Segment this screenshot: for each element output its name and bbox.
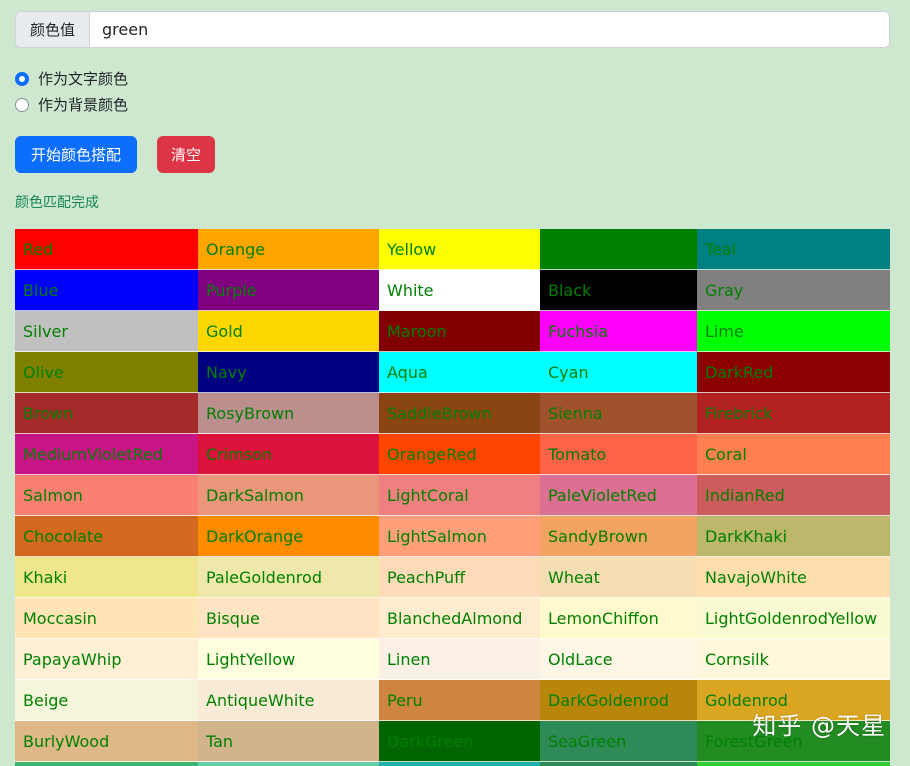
color-swatch: Lime <box>697 311 890 352</box>
color-swatch: Khaki <box>15 557 198 598</box>
color-swatch: Cornsilk <box>697 639 890 680</box>
color-swatch: Silver <box>15 311 198 352</box>
color-swatch: LightSalmon <box>379 516 540 557</box>
color-swatch: DarkOrange <box>198 516 379 557</box>
color-swatch: Coral <box>697 434 890 475</box>
color-swatch: MediumVioletRed <box>15 434 198 475</box>
watermark: 知乎 @天星 <box>752 712 886 740</box>
color-swatch: LightYellow <box>198 639 379 680</box>
radio-text-color-label: 作为文字颜色 <box>38 70 129 88</box>
color-swatch: Blue <box>15 270 198 311</box>
color-swatch: Teal <box>697 229 890 270</box>
color-swatch: Moccasin <box>15 598 198 639</box>
color-swatch: Peru <box>379 680 540 721</box>
radio-bg-color[interactable] <box>15 97 29 112</box>
color-swatch: OldLace <box>540 639 697 680</box>
color-swatch: Tomato <box>540 434 697 475</box>
color-swatch <box>15 762 198 766</box>
color-swatch: Maroon <box>379 311 540 352</box>
color-swatch-grid: Red Orange Yellow Teal Blue Purple White Black G… <box>15 229 890 766</box>
color-swatch: Tan <box>198 721 379 762</box>
color-swatch <box>697 762 890 766</box>
color-swatch: Sienna <box>540 393 697 434</box>
color-swatch: Linen <box>379 639 540 680</box>
color-swatch <box>379 762 540 766</box>
color-swatch <box>540 229 697 270</box>
color-swatch: SaddleBrown <box>379 393 540 434</box>
color-swatch: White <box>379 270 540 311</box>
color-swatch: Red <box>15 229 198 270</box>
color-swatch: OrangeRed <box>379 434 540 475</box>
color-swatch: LightGoldenrodYellow <box>697 598 890 639</box>
color-swatch: PaleGoldenrod <box>198 557 379 598</box>
color-swatch: PaleVioletRed <box>540 475 697 516</box>
color-swatch: Yellow <box>379 229 540 270</box>
color-swatch: NavajoWhite <box>697 557 890 598</box>
color-value-label: 颜色值 <box>16 12 90 47</box>
color-swatch: Black <box>540 270 697 311</box>
color-swatch: Navy <box>198 352 379 393</box>
color-swatch: Beige <box>15 680 198 721</box>
radio-bg-color-option[interactable]: 作为背景颜色 <box>15 94 128 115</box>
radio-bg-color-label: 作为背景颜色 <box>38 96 129 114</box>
color-swatch: Firebrick <box>697 393 890 434</box>
color-swatch: Aqua <box>379 352 540 393</box>
color-swatch: DarkKhaki <box>697 516 890 557</box>
color-swatch <box>198 762 379 766</box>
color-swatch: Cyan <box>540 352 697 393</box>
color-swatch: DarkGreen <box>379 721 540 762</box>
radio-text-color[interactable] <box>15 71 29 86</box>
color-swatch: Crimson <box>198 434 379 475</box>
color-swatch: SeaGreen <box>540 721 697 762</box>
color-swatch: DarkSalmon <box>198 475 379 516</box>
color-swatch: RosyBrown <box>198 393 379 434</box>
color-swatch: Olive <box>15 352 198 393</box>
color-swatch: Salmon <box>15 475 198 516</box>
color-swatch <box>540 762 697 766</box>
radio-text-color-option[interactable]: 作为文字颜色 <box>15 68 128 89</box>
color-swatch: DarkRed <box>697 352 890 393</box>
color-swatch: LemonChiffon <box>540 598 697 639</box>
color-swatch: DarkGoldenrod <box>540 680 697 721</box>
color-swatch: Chocolate <box>15 516 198 557</box>
color-swatch: Brown <box>15 393 198 434</box>
color-value-input-group: 颜色值 <box>15 11 890 48</box>
start-color-match-button[interactable]: 开始颜色搭配 <box>15 136 137 173</box>
color-swatch: LightCoral <box>379 475 540 516</box>
color-swatch: Gold <box>198 311 379 352</box>
color-swatch: AntiqueWhite <box>198 680 379 721</box>
color-swatch: BlanchedAlmond <box>379 598 540 639</box>
color-swatch: BurlyWood <box>15 721 198 762</box>
color-swatch: Fuchsia <box>540 311 697 352</box>
color-swatch: Orange <box>198 229 379 270</box>
color-swatch: PapayaWhip <box>15 639 198 680</box>
color-swatch: IndianRed <box>697 475 890 516</box>
page: 颜色值 作为文字颜色 作为背景颜色 开始颜色搭配 清空 颜色匹配完成 RedOr… <box>0 0 910 766</box>
color-swatch: SandyBrown <box>540 516 697 557</box>
color-swatch: Purple <box>198 270 379 311</box>
color-value-input[interactable] <box>90 12 889 47</box>
clear-button[interactable]: 清空 <box>157 136 215 173</box>
color-swatch: Gray <box>697 270 890 311</box>
color-swatch: Wheat <box>540 557 697 598</box>
color-swatch: Bisque <box>198 598 379 639</box>
status-message: 颜色匹配完成 <box>15 195 99 211</box>
color-swatch: PeachPuff <box>379 557 540 598</box>
